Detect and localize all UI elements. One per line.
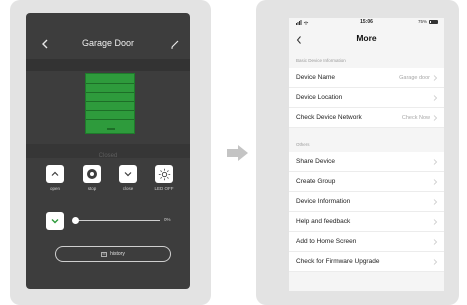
history-button[interactable]: history — [55, 246, 171, 262]
row-check-device-network[interactable]: Check Device Network Check Now — [289, 108, 444, 128]
status-bar — [26, 13, 190, 29]
status-right: 75% — [418, 19, 438, 24]
chevron-right-icon — [433, 239, 437, 245]
section-label-others: Others — [296, 142, 310, 147]
section-label-basic: Basic Device Information — [296, 58, 346, 63]
row-create-group[interactable]: Create Group — [289, 172, 444, 192]
row-value: Garage door — [399, 75, 430, 81]
row-label: Device Name — [296, 74, 336, 81]
row-label: Device Location — [296, 94, 343, 101]
open-button[interactable] — [46, 165, 64, 183]
close-button[interactable] — [119, 165, 137, 183]
chevron-right-icon — [433, 259, 437, 265]
edit-pencil-icon[interactable] — [168, 37, 182, 51]
sun-icon — [158, 168, 170, 180]
row-label: Device Information — [296, 198, 351, 205]
chevron-right-icon — [433, 95, 437, 101]
led-label: LED OFF — [154, 186, 174, 191]
chevron-right-icon — [433, 75, 437, 81]
history-label: history — [110, 251, 125, 257]
chevron-right-icon — [433, 115, 437, 121]
row-device-name[interactable]: Device Name Garage door — [289, 68, 444, 88]
page-title: More — [356, 33, 377, 43]
row-label: Check for Firmware Upgrade — [296, 258, 380, 265]
more-settings-screen: 15:06 75% More Basic Device Information … — [289, 18, 444, 291]
row-value: Check Now — [401, 115, 430, 121]
row-device-information[interactable]: Device Information — [289, 192, 444, 212]
close-label: close — [122, 186, 134, 191]
chevron-right-icon — [433, 199, 437, 205]
open-control[interactable]: open — [46, 165, 64, 191]
chevron-down-icon — [124, 172, 132, 177]
chevron-right-icon — [433, 219, 437, 225]
stop-label: stop — [87, 186, 97, 191]
stop-button[interactable] — [83, 165, 101, 183]
row-add-to-home-screen[interactable]: Add to Home Screen — [289, 232, 444, 252]
row-label: Share Device — [296, 158, 336, 165]
header-divider — [26, 59, 190, 71]
page-title: Garage Door — [81, 38, 135, 48]
chevron-right-icon — [433, 159, 437, 165]
row-label: Check Device Network — [296, 114, 362, 121]
garage-door-icon — [85, 73, 135, 134]
chevron-right-icon — [433, 179, 437, 185]
led-button[interactable] — [155, 165, 173, 183]
door-status-text: Closed — [98, 153, 118, 159]
collapse-button[interactable] — [46, 212, 64, 230]
slider-value: 0% — [164, 217, 171, 222]
close-control[interactable]: close — [119, 165, 137, 191]
door-status-bar: Closed — [26, 144, 190, 159]
chevron-up-icon — [51, 171, 59, 176]
stop-icon — [87, 169, 97, 179]
row-device-location[interactable]: Device Location — [289, 88, 444, 108]
slider-handle[interactable] — [72, 217, 79, 224]
row-help-and-feedback[interactable]: Help and feedback — [289, 212, 444, 232]
battery-icon — [429, 19, 438, 24]
header: More — [289, 27, 444, 61]
slider-track[interactable] — [76, 220, 160, 221]
status-bar: 15:06 75% — [289, 18, 444, 27]
led-control[interactable]: LED OFF — [154, 165, 174, 191]
open-label: open — [49, 186, 60, 191]
history-icon — [101, 251, 107, 257]
chevron-down-icon — [51, 219, 59, 224]
row-label: Add to Home Screen — [296, 238, 357, 245]
header: Garage Door — [26, 29, 190, 59]
arrow-right-icon — [227, 145, 248, 161]
row-share-device[interactable]: Share Device — [289, 152, 444, 172]
battery-percent: 75% — [417, 19, 427, 24]
row-label: Help and feedback — [296, 218, 351, 225]
row-check-firmware-upgrade[interactable]: Check for Firmware Upgrade — [289, 252, 444, 272]
stop-control[interactable]: stop — [83, 165, 101, 191]
row-label: Create Group — [296, 178, 336, 185]
